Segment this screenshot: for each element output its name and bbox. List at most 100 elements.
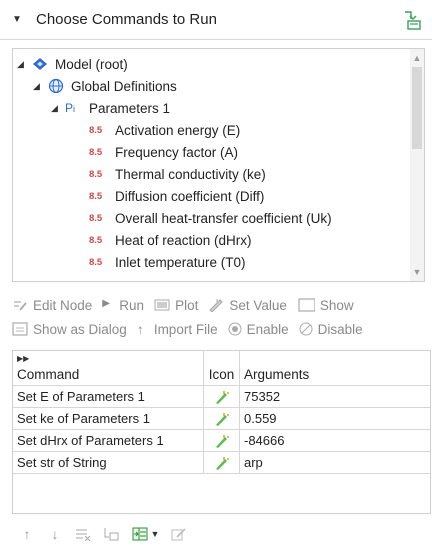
table-row[interactable]: Set ke of Parameters 1 0.559	[13, 408, 430, 430]
command-toolbar: Edit Node ▶ Run Plot Set Value Show Show…	[12, 293, 425, 341]
run-label: Run	[119, 297, 145, 313]
enable-button[interactable]: Enable	[228, 322, 289, 337]
import-arrow-icon: ↑	[136, 322, 144, 337]
icon-cell	[204, 452, 240, 473]
tree-node-param[interactable]: 8.5 Diffusion coefficient (Diff)	[89, 185, 264, 207]
tree-node-label: Activation energy (E)	[115, 122, 241, 138]
plot-button[interactable]: Plot	[154, 298, 198, 313]
globe-icon	[48, 78, 64, 94]
arguments-cell[interactable]: 75352	[240, 386, 430, 407]
tree-node-label: Thermal conductivity (ke)	[115, 166, 266, 182]
section-header[interactable]: ▼ Choose Commands to Run	[0, 0, 432, 40]
move-up-icon[interactable]: ↑	[18, 526, 36, 542]
table-row[interactable]: Set E of Parameters 1 75352	[13, 386, 430, 408]
tree-node-param[interactable]: 8.5 Overall heat-transfer coefficient (U…	[89, 207, 332, 229]
tree-node-label: Inlet temperature (T0)	[115, 254, 246, 270]
scrollbar-thumb[interactable]	[412, 67, 422, 149]
disable-label: Disable	[317, 321, 363, 337]
tree-node-param[interactable]: 8.5 Heat of reaction (dHrx)	[89, 229, 252, 251]
tree-node-label: Diffusion coefficient (Diff)	[115, 188, 265, 204]
command-cell[interactable]: Set str of String	[13, 452, 204, 473]
commands-table: ▶▶ Command Icon Arguments Set E of Param…	[12, 350, 431, 514]
icon-cell	[204, 430, 240, 451]
import-file-button[interactable]: ↑ Import File	[136, 321, 218, 338]
parameters-icon: Pi	[65, 101, 76, 115]
add-from-tree-icon[interactable]	[102, 526, 120, 542]
vertical-scrollbar[interactable]: ▲ ▼	[410, 49, 424, 281]
command-cell[interactable]: Set E of Parameters 1	[13, 386, 204, 407]
tree-node-label: Global Definitions	[71, 78, 177, 94]
model-icon	[33, 58, 47, 70]
set-value-label: Set Value	[229, 297, 287, 313]
header-command[interactable]: ▶▶ Command	[13, 351, 204, 385]
table-row[interactable]: Set str of String arp	[13, 452, 430, 474]
header-arguments[interactable]: Arguments	[240, 351, 430, 385]
tree-node-param[interactable]: 8.5 Activation energy (E)	[89, 119, 240, 141]
tree-node-label: Heat of reaction (dHrx)	[115, 232, 252, 248]
run-commands-icon[interactable]	[402, 10, 422, 30]
tree-node-global[interactable]: ◢ Global Definitions	[33, 75, 177, 97]
command-cell[interactable]: Set ke of Parameters 1	[13, 408, 204, 429]
parameter-icon: 8.5	[89, 146, 103, 158]
tree-node-param[interactable]: 8.5 Thermal conductivity (ke)	[89, 163, 266, 185]
import-file-label: Import File	[153, 321, 218, 337]
plot-label: Plot	[175, 297, 199, 313]
header-label: Icon	[208, 367, 235, 382]
play-icon: ▶	[102, 298, 110, 309]
model-tree[interactable]: ◢ Model (root) ◢ Global Definitions ◢ Pi…	[12, 48, 425, 282]
set-value-button[interactable]: Set Value	[208, 298, 287, 313]
dropdown-arrow-icon[interactable]: ▼	[151, 529, 160, 539]
set-value-icon	[215, 434, 229, 448]
collapse-caret-icon[interactable]: ▼	[12, 14, 22, 25]
edit-node-button[interactable]: Edit Node	[12, 298, 92, 313]
set-value-icon	[209, 299, 224, 312]
insert-command-icon[interactable]: ▼	[130, 526, 160, 542]
show-as-dialog-button[interactable]: Show as Dialog	[12, 322, 127, 337]
show-as-dialog-label: Show as Dialog	[33, 321, 127, 337]
parameter-icon: 8.5	[89, 256, 103, 268]
tree-node-param[interactable]: 8.5 Inlet temperature (T0)	[89, 251, 246, 273]
parameter-icon: 8.5	[89, 234, 103, 246]
disable-button[interactable]: Disable	[299, 322, 363, 337]
set-value-icon	[215, 456, 229, 470]
header-label: Command	[17, 367, 80, 382]
show-label: Show	[319, 297, 354, 313]
arguments-cell[interactable]: 0.559	[240, 408, 430, 429]
arguments-cell[interactable]: -84666	[240, 430, 430, 451]
expand-icon[interactable]: ◢	[51, 103, 65, 114]
icon-cell	[204, 386, 240, 407]
enable-icon	[228, 322, 242, 336]
table-row[interactable]: Set dHrx of Parameters 1 -84666	[13, 430, 430, 452]
tree-node-root[interactable]: ◢ Model (root)	[17, 53, 128, 75]
parameter-icon: 8.5	[89, 212, 103, 224]
edit-node-label: Edit Node	[33, 297, 93, 313]
show-icon	[298, 298, 315, 312]
parameter-icon: 8.5	[89, 168, 103, 180]
show-button[interactable]: Show	[297, 298, 354, 313]
run-button[interactable]: ▶ Run	[102, 298, 144, 313]
expand-icon[interactable]: ◢	[17, 59, 31, 70]
delete-rows-icon[interactable]	[74, 526, 92, 542]
tree-node-param[interactable]: 8.5 Frequency factor (A)	[89, 141, 238, 163]
dialog-icon	[12, 322, 28, 336]
parameter-icon: 8.5	[89, 190, 103, 202]
header-label: Arguments	[244, 367, 310, 382]
scroll-down-icon[interactable]: ▼	[410, 265, 424, 279]
parameter-icon: 8.5	[89, 124, 103, 136]
set-value-icon	[215, 412, 229, 426]
expand-icon[interactable]: ◢	[33, 81, 47, 92]
table-toolbar: ↑ ↓ ▼	[18, 526, 198, 542]
move-down-icon[interactable]: ↓	[46, 526, 64, 542]
sort-arrows-icon[interactable]: ▶▶	[17, 354, 29, 363]
header-icon[interactable]: Icon	[204, 351, 240, 385]
tree-node-label: Parameters 1	[89, 100, 171, 116]
table-header-row: ▶▶ Command Icon Arguments	[13, 351, 430, 386]
command-cell[interactable]: Set dHrx of Parameters 1	[13, 430, 204, 451]
arguments-cell[interactable]: arp	[240, 452, 430, 473]
plot-icon	[154, 299, 170, 311]
scroll-up-icon[interactable]: ▲	[410, 51, 424, 65]
tree-node-parameters[interactable]: ◢ Pi Parameters 1	[51, 97, 170, 119]
edit-settings-icon[interactable]	[170, 526, 188, 542]
tree-node-label: Overall heat-transfer coefficient (Uk)	[115, 210, 332, 226]
disable-icon	[299, 322, 313, 336]
